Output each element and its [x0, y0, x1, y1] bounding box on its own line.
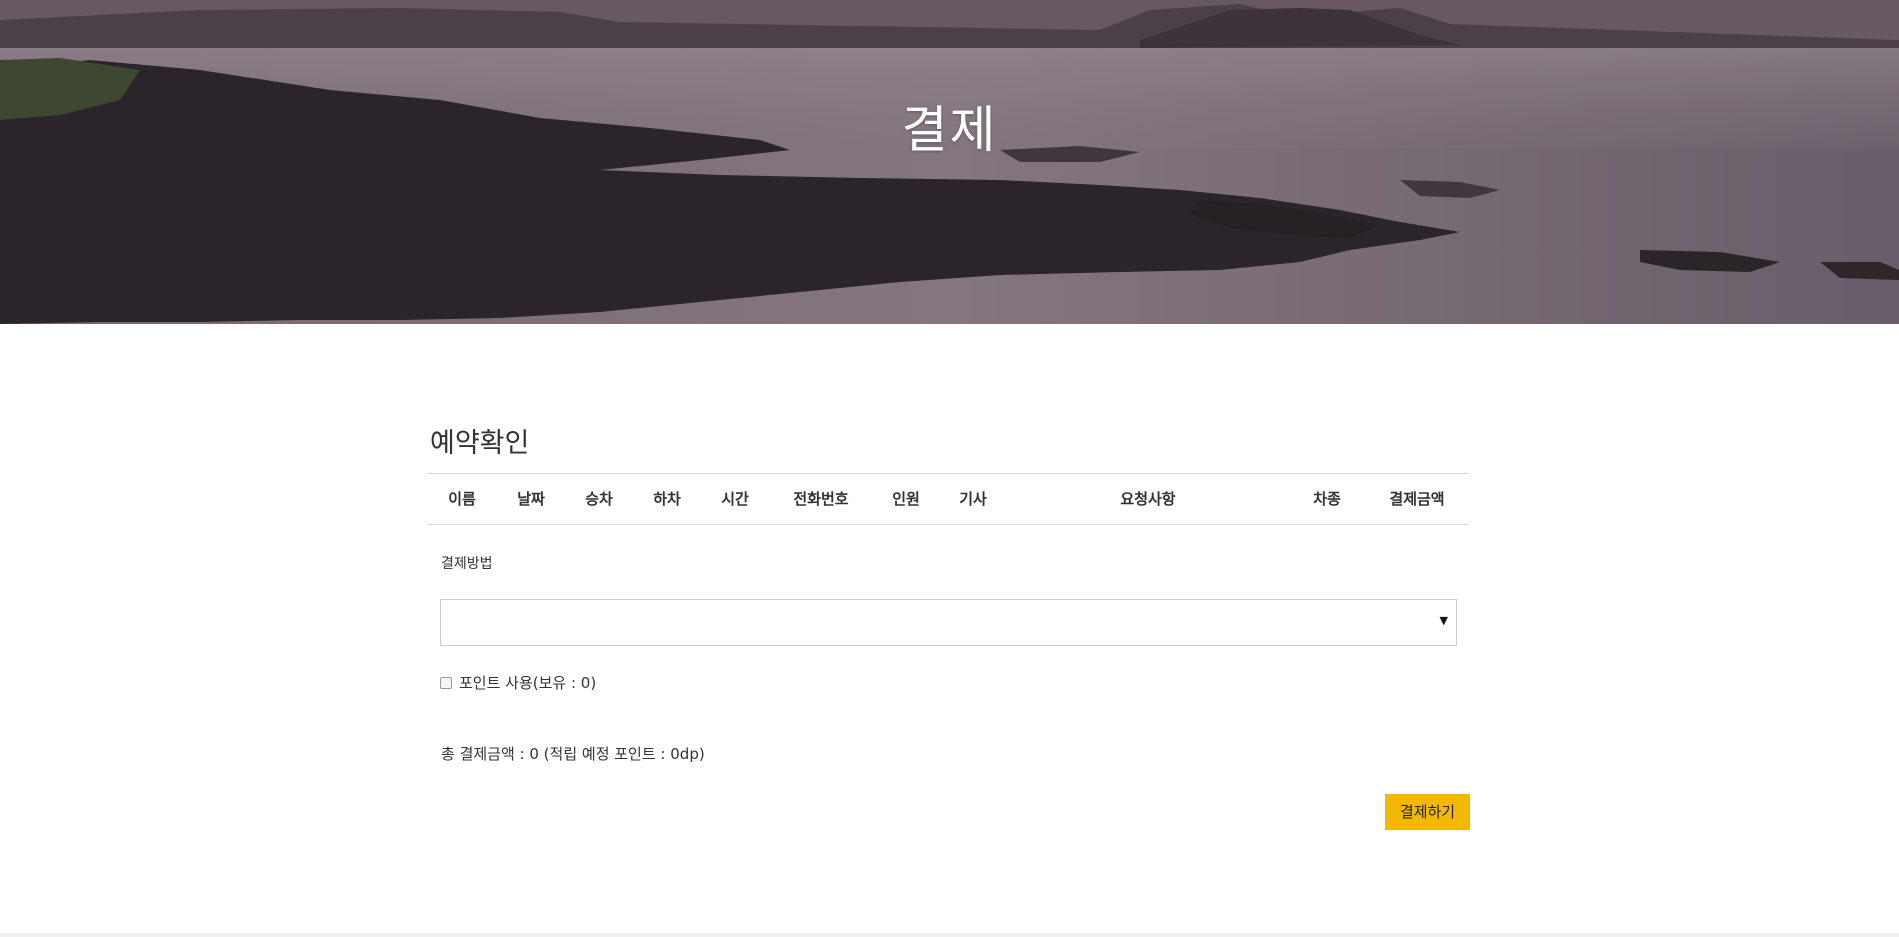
reservation-table-header: 이름 날짜 승차 하차 시간 전화번호 인원 기사 요청사항 차종 결제금액: [427, 473, 1469, 525]
column-pickup: 승차: [585, 490, 613, 508]
hero-banner: 결제: [0, 0, 1899, 324]
column-dropoff: 하차: [653, 490, 681, 508]
column-phone: 전화번호: [793, 490, 849, 508]
column-driver: 기사: [959, 490, 987, 508]
column-passengers: 인원: [892, 490, 920, 508]
hero-background-image: [0, 0, 1899, 324]
column-name: 이름: [448, 490, 476, 508]
column-requests: 요청사항: [1120, 490, 1176, 508]
column-time: 시간: [721, 490, 749, 508]
payment-method-label: 결제방법: [441, 556, 493, 572]
point-use-label[interactable]: 포인트 사용(보유 : 0): [459, 672, 596, 693]
footer-divider: [0, 933, 1899, 937]
section-title: 예약확인: [430, 428, 530, 459]
payment-method-select[interactable]: ▼: [440, 599, 1457, 646]
page-title: 결제: [901, 101, 998, 159]
point-use-checkbox[interactable]: [440, 676, 452, 689]
column-date: 날짜: [517, 490, 545, 508]
column-payment-amount: 결제금액: [1389, 490, 1445, 508]
pay-button[interactable]: 결제하기: [1385, 794, 1470, 830]
column-vehicle-type: 차종: [1313, 490, 1341, 508]
dropdown-arrow-icon: ▼: [1439, 614, 1448, 627]
total-amount-text: 총 결제금액 : 0 (적립 예정 포인트 : 0dp): [441, 745, 705, 763]
reservation-section: 예약확인 이름 날짜 승차 하차 시간 전화번호 인원 기사 요청사항 차종 결…: [427, 424, 1470, 830]
point-use-row: 포인트 사용(보유 : 0): [440, 672, 596, 693]
